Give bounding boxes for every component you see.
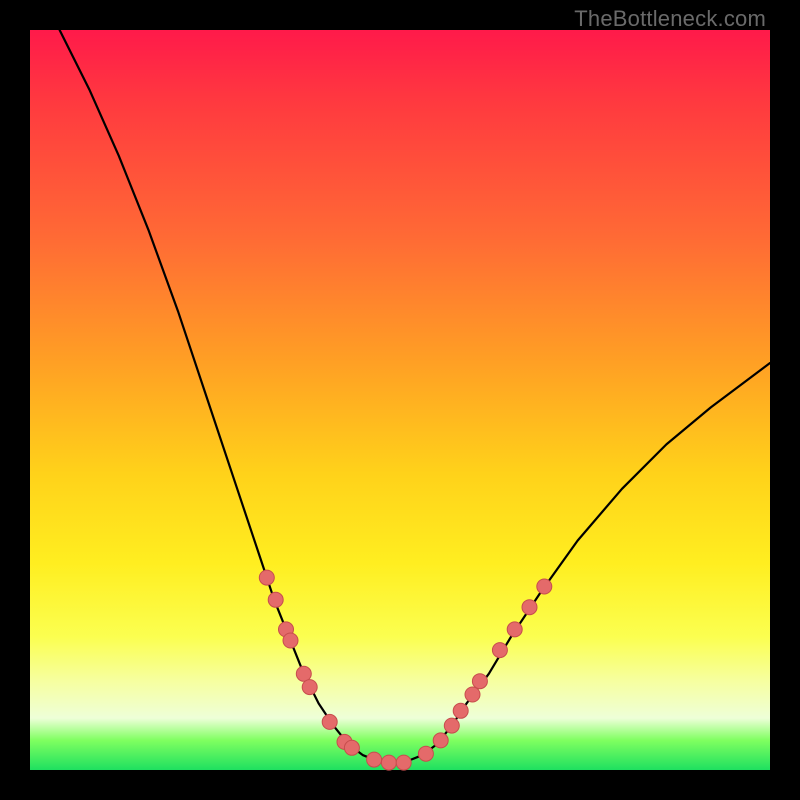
bottleneck-curve bbox=[60, 30, 770, 763]
data-dot bbox=[259, 570, 274, 585]
data-dot bbox=[444, 718, 459, 733]
data-dot bbox=[268, 592, 283, 607]
data-dot bbox=[418, 746, 433, 761]
chart-svg bbox=[30, 30, 770, 770]
data-dot bbox=[537, 579, 552, 594]
data-dot bbox=[492, 643, 507, 658]
data-dot bbox=[344, 740, 359, 755]
data-dot bbox=[507, 622, 522, 637]
data-dot bbox=[453, 703, 468, 718]
data-dot bbox=[433, 733, 448, 748]
watermark-text: TheBottleneck.com bbox=[574, 6, 766, 32]
data-dot bbox=[396, 755, 411, 770]
data-dot bbox=[465, 687, 480, 702]
data-dot bbox=[283, 633, 298, 648]
plot-area bbox=[30, 30, 770, 770]
data-dot bbox=[381, 755, 396, 770]
data-dots bbox=[259, 570, 552, 770]
data-dot bbox=[322, 714, 337, 729]
data-dot bbox=[472, 674, 487, 689]
data-dot bbox=[367, 752, 382, 767]
data-dot bbox=[296, 666, 311, 681]
chart-frame: TheBottleneck.com bbox=[0, 0, 800, 800]
data-dot bbox=[522, 600, 537, 615]
data-dot bbox=[302, 680, 317, 695]
